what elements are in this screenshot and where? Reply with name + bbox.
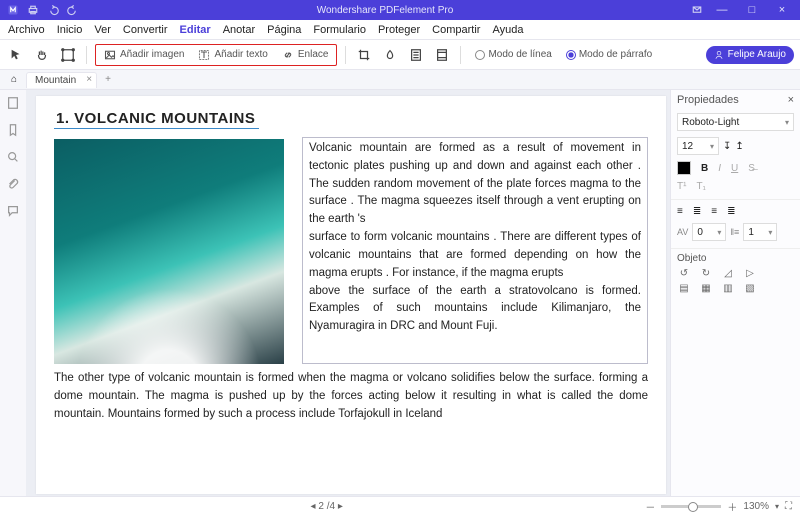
zoom-value: 130%	[743, 501, 769, 512]
minimize-button[interactable]: —	[708, 4, 736, 16]
doc-text-below[interactable]: The other type of volcanic mountain is f…	[54, 370, 648, 423]
properties-panel: Propiedades × Roboto-Light▾ 12▾ ↧ ↥ B I U…	[670, 90, 800, 496]
decrease-size-icon[interactable]: ↧	[723, 141, 731, 152]
menu-compartir[interactable]: Compartir	[432, 24, 480, 36]
increase-size-icon[interactable]: ↥	[735, 141, 743, 152]
doc-heading: 1. VOLCANIC MOUNTAINS	[54, 108, 259, 129]
menu-formulario[interactable]: Formulario	[313, 24, 366, 36]
add-image-button[interactable]: Añadir imagen	[100, 49, 188, 61]
maximize-button[interactable]: □	[738, 4, 766, 16]
bold-icon[interactable]: B	[701, 163, 708, 174]
align-justify-icon[interactable]: ≣	[727, 206, 735, 217]
menu-archivo[interactable]: Archivo	[8, 24, 45, 36]
document-tabs: ⌂ Mountain× +	[0, 70, 800, 90]
edit-toolbar: Añadir imagen Añadir texto Enlace Modo d…	[0, 40, 800, 70]
align-center-icon[interactable]: ≣	[693, 206, 701, 217]
user-name: Felipe Araujo	[728, 49, 786, 60]
undo-icon[interactable]	[44, 1, 62, 19]
zoom-out-button[interactable]: －	[645, 499, 655, 514]
zoom-dropdown-icon[interactable]: ▾	[775, 502, 779, 511]
menu-convertir[interactable]: Convertir	[123, 24, 168, 36]
underline-icon[interactable]: U	[731, 163, 738, 174]
flip-h-icon[interactable]: ◿	[721, 268, 735, 279]
pdf-page[interactable]: 1. VOLCANIC MOUNTAINS Volcanic mountain …	[36, 96, 666, 494]
distribute-icon[interactable]: ▧	[743, 283, 757, 294]
align-obj-right-icon[interactable]: ▥	[721, 283, 735, 294]
close-button[interactable]: ×	[768, 4, 796, 16]
menu-bar: Archivo Inicio Ver Convertir Editar Anot…	[0, 20, 800, 40]
add-content-group: Añadir imagen Añadir texto Enlace	[95, 44, 337, 66]
font-family-select[interactable]: Roboto-Light▾	[677, 113, 794, 131]
close-tab-icon[interactable]: ×	[86, 74, 92, 85]
status-bar: ◂ 2 /4 ▸ － ＋ 130% ▾ ⛶	[0, 496, 800, 516]
attachments-icon[interactable]	[6, 177, 20, 194]
zoom-in-button[interactable]: ＋	[727, 499, 737, 514]
zoom-slider[interactable]	[661, 505, 721, 508]
line-spacing-select[interactable]: 1▾	[743, 223, 777, 241]
redo-icon[interactable]	[64, 1, 82, 19]
object-section-title: Objeto	[671, 248, 800, 266]
app-title: Wondershare PDFelement Pro	[82, 5, 688, 16]
menu-ayuda[interactable]: Ayuda	[492, 24, 523, 36]
align-obj-center-icon[interactable]: ▦	[699, 283, 713, 294]
flip-v-icon[interactable]: ▷	[743, 268, 757, 279]
rotate-ccw-icon[interactable]: ↺	[677, 268, 691, 279]
watermark-icon[interactable]	[380, 44, 400, 66]
hand-pan-icon[interactable]	[32, 44, 52, 66]
superscript-icon[interactable]: T¹	[677, 181, 686, 192]
italic-icon[interactable]: I	[718, 163, 721, 174]
app-logo-icon	[4, 1, 22, 19]
menu-editar[interactable]: Editar	[180, 24, 211, 36]
menu-ver[interactable]: Ver	[94, 24, 111, 36]
notify-icon[interactable]	[688, 1, 706, 19]
add-text-button[interactable]: Añadir texto	[194, 49, 271, 61]
rotate-cw-icon[interactable]: ↻	[699, 268, 713, 279]
comments-icon[interactable]	[6, 204, 20, 221]
doc-image[interactable]	[54, 139, 284, 364]
color-swatch[interactable]	[677, 161, 691, 175]
home-tab-icon[interactable]: ⌂	[6, 74, 22, 85]
print-icon[interactable]	[24, 1, 42, 19]
background-icon[interactable]	[406, 44, 426, 66]
letter-spacing-select[interactable]: 0▾	[692, 223, 726, 241]
page-viewport: 1. VOLCANIC MOUNTAINS Volcanic mountain …	[26, 90, 670, 496]
fit-page-icon[interactable]: ⛶	[785, 501, 792, 512]
properties-title: Propiedades	[677, 94, 739, 106]
new-tab-button[interactable]: +	[101, 74, 115, 85]
font-size-select[interactable]: 12▾	[677, 137, 719, 155]
left-rail	[0, 90, 26, 496]
subscript-icon[interactable]: T₁	[696, 181, 705, 192]
thumbnails-icon[interactable]	[6, 96, 20, 113]
mode-line-radio[interactable]: Modo de línea	[475, 49, 551, 60]
mode-paragraph-radio[interactable]: Modo de párrafo	[566, 49, 652, 60]
title-bar: Wondershare PDFelement Pro — □ ×	[0, 0, 800, 20]
crop-icon[interactable]	[354, 44, 374, 66]
search-icon[interactable]	[6, 150, 20, 167]
align-left-icon[interactable]: ≡	[677, 206, 683, 217]
document-tab[interactable]: Mountain×	[26, 72, 97, 88]
add-link-button[interactable]: Enlace	[278, 49, 333, 61]
edit-object-icon[interactable]	[58, 44, 78, 66]
align-obj-left-icon[interactable]: ▤	[677, 283, 691, 294]
doc-text-column[interactable]: Volcanic mountain are formed as a result…	[302, 137, 648, 364]
align-right-icon[interactable]: ≡	[711, 206, 717, 217]
select-arrow-icon[interactable]	[6, 44, 26, 66]
strike-icon[interactable]: S̶	[748, 163, 755, 174]
close-panel-icon[interactable]: ×	[788, 94, 794, 106]
user-pill[interactable]: Felipe Araujo	[706, 46, 794, 64]
header-footer-icon[interactable]	[432, 44, 452, 66]
menu-anotar[interactable]: Anotar	[223, 24, 255, 36]
bookmarks-icon[interactable]	[6, 123, 20, 140]
menu-proteger[interactable]: Proteger	[378, 24, 420, 36]
page-indicator[interactable]: ◂ 2 /4 ▸	[8, 501, 645, 512]
menu-inicio[interactable]: Inicio	[57, 24, 83, 36]
menu-pagina[interactable]: Página	[267, 24, 301, 36]
